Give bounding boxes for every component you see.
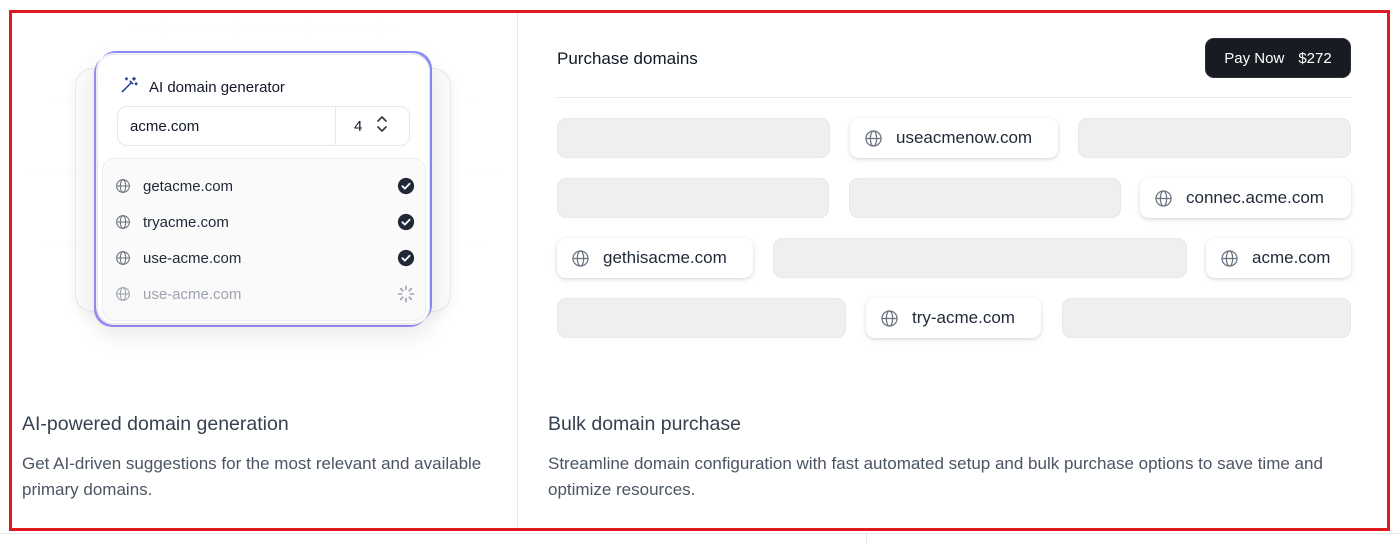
list-item[interactable]: getacme.com (115, 174, 415, 198)
domain-label: use-acme.com (143, 249, 242, 267)
domain-pill[interactable]: useacmenow.com (850, 118, 1058, 158)
generator-header: AI domain generator (119, 75, 285, 99)
list-item[interactable]: use-acme.com (115, 246, 415, 270)
globe-icon (116, 179, 130, 193)
domain-pill[interactable]: acme.com (1206, 238, 1351, 278)
globe-icon (116, 215, 130, 229)
domain-pill-label: useacmenow.com (896, 128, 1033, 147)
pay-now-button[interactable]: Pay Now $272 (1205, 38, 1351, 78)
domain-placeholder (1062, 298, 1351, 338)
header-divider (557, 97, 1351, 98)
spinner-icon (397, 285, 415, 303)
globe-icon (865, 129, 882, 147)
highlight-frame: AI domain generator acme.com 4 getacme.c… (9, 10, 1390, 531)
domain-input[interactable]: acme.com (118, 118, 335, 135)
feature-heading: Bulk domain purchase (548, 413, 741, 435)
feature-card-ai-generation: AI domain generator acme.com 4 getacme.c… (12, 13, 517, 528)
section-border (0, 533, 1400, 534)
generated-domain-list: getacme.com tryacme.com use-acme.com use… (102, 158, 426, 321)
domain-placeholder (557, 298, 846, 338)
domain-placeholder (557, 178, 829, 218)
feature-description: Streamline domain configuration with fas… (548, 454, 1323, 499)
check-circle-icon (397, 177, 415, 195)
list-item[interactable]: tryacme.com (115, 210, 415, 234)
domain-label: getacme.com (143, 177, 234, 195)
domain-pill-label: gethisacme.com (603, 248, 727, 267)
domain-placeholder (773, 238, 1187, 278)
globe-icon (116, 287, 130, 301)
check-circle-icon (397, 249, 415, 267)
globe-icon (1221, 249, 1238, 267)
count-value: 4 (354, 117, 363, 135)
domain-pill[interactable]: connec.acme.com (1140, 178, 1351, 218)
domain-pill[interactable]: gethisacme.com (557, 238, 753, 278)
pay-button-amount: $272 (1298, 49, 1332, 67)
domain-input-group: acme.com 4 (117, 106, 410, 146)
pay-button-label: Pay Now (1224, 49, 1285, 67)
purchase-title: Purchase domains (557, 49, 698, 68)
list-item[interactable]: use-acme.com (115, 282, 415, 306)
globe-icon (572, 249, 589, 267)
globe-icon (1155, 189, 1172, 207)
domain-placeholder (849, 178, 1121, 218)
domain-generator-card: AI domain generator acme.com 4 getacme.c… (97, 54, 430, 324)
domain-placeholder (557, 118, 830, 158)
domain-pill-label: connec.acme.com (1186, 188, 1324, 207)
domain-label: tryacme.com (143, 213, 229, 231)
section-border (866, 533, 867, 544)
count-stepper[interactable]: 4 (335, 107, 409, 145)
chevron-up-down-icon[interactable] (375, 115, 389, 137)
globe-icon (116, 251, 130, 265)
domain-pill-label: acme.com (1252, 248, 1331, 267)
domain-pill[interactable]: try-acme.com (866, 298, 1041, 338)
domain-label: use-acme.com (143, 285, 242, 303)
feature-card-bulk-purchase: Purchase domains Pay Now $272 useacmenow… (518, 13, 1387, 528)
domain-placeholder (1078, 118, 1351, 158)
domain-pill-label: try-acme.com (912, 308, 1015, 327)
globe-icon (881, 309, 898, 327)
generator-title: AI domain generator (149, 78, 285, 96)
feature-heading: AI-powered domain generation (22, 413, 289, 435)
magic-wand-icon (119, 75, 139, 99)
feature-description: Get AI-driven suggestions for the most r… (22, 454, 482, 499)
check-circle-icon (397, 213, 415, 231)
